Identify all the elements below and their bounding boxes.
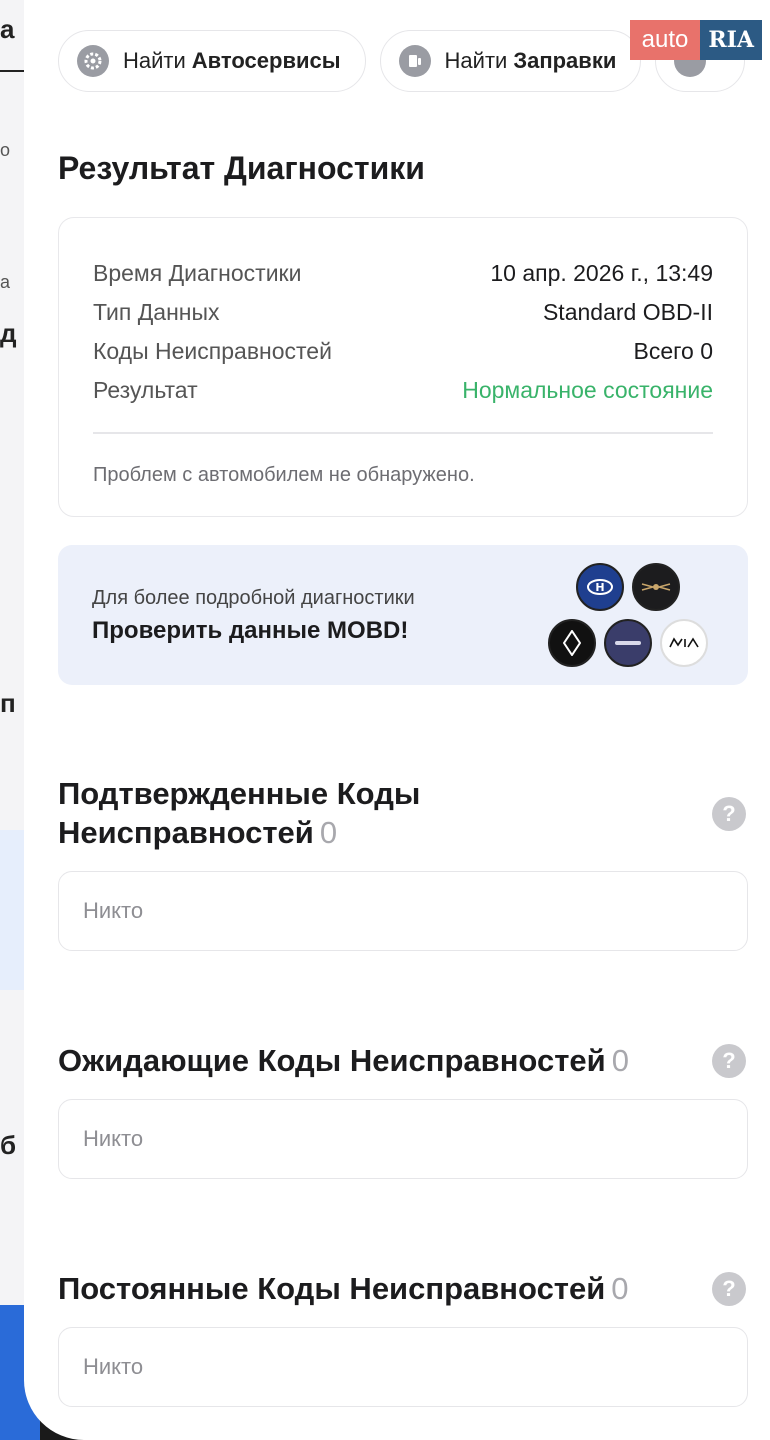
help-icon[interactable]: ? <box>712 1272 746 1306</box>
genesis-logo <box>632 563 680 611</box>
permanent-codes-title: Постоянные Коды Неисправностей 0 <box>58 1269 629 1308</box>
empty-state: Никто <box>83 1354 144 1379</box>
row-value: 10 апр. 2026 г., 13:49 <box>490 260 713 286</box>
chip-prefix: Найти <box>444 48 508 73</box>
info-row: Коды Неисправностей Всего 0 <box>93 332 713 371</box>
autoria-logo: auto RIA <box>629 20 762 60</box>
page-title: Результат Диагностики <box>58 150 425 186</box>
status-value: Нормальное состояние <box>462 377 713 403</box>
row-label: Время Диагностики <box>93 260 302 286</box>
section-title-line: Неисправностей <box>58 815 314 850</box>
bg-fragment: б <box>0 1130 17 1160</box>
permanent-codes-list: Никто <box>58 1327 748 1407</box>
row-label: Коды Неисправностей <box>93 338 332 364</box>
section-title-line: Ожидающие Коды Неисправностей <box>58 1043 606 1078</box>
diagnostics-sheet: Найти Автосервисы Найти Заправки auto RI… <box>24 0 770 1440</box>
chip-label: Автосервисы <box>191 48 341 73</box>
mobd-subtitle: Для более подробной диагностики <box>92 587 415 609</box>
empty-state: Никто <box>83 1126 144 1151</box>
section-title-line: Постоянные Коды Неисправностей <box>58 1271 606 1306</box>
row-value: Всего 0 <box>633 338 714 364</box>
kia-logo <box>660 619 708 667</box>
svg-text:H: H <box>595 581 604 594</box>
logo-ria: RIA <box>700 20 762 60</box>
fuel-icon <box>398 45 431 77</box>
info-row: Результат Нормальное состояние <box>93 371 713 410</box>
help-icon[interactable]: ? <box>712 1044 746 1078</box>
find-service-button[interactable]: Найти Автосервисы <box>58 30 366 92</box>
mobd-cta: Проверить данные MOBD! <box>92 617 409 644</box>
gear-icon <box>77 45 109 77</box>
row-label: Результат <box>93 377 198 403</box>
bg-fragment: п <box>0 688 16 718</box>
row-value: Standard OBD-II <box>542 299 713 325</box>
section-title-line: Подтвержденные Коды <box>58 776 421 811</box>
renault-logo <box>548 619 596 667</box>
code-count: 0 <box>611 1271 629 1306</box>
info-row: Тип Данных Standard OBD-II <box>93 293 713 332</box>
pending-codes-list: Никто <box>58 1099 748 1179</box>
diagnostics-result-card: Время Диагностики 10 апр. 2026 г., 13:49… <box>58 217 748 517</box>
bg-fragment: о <box>0 140 11 160</box>
mobd-banner[interactable]: Для более подробной диагностики Проверит… <box>58 545 748 685</box>
kgm-logo <box>604 619 652 667</box>
bg-fragment: а <box>0 272 11 292</box>
find-gas-station-button[interactable]: Найти Заправки <box>379 30 642 92</box>
result-note: Проблем с автомобилем не обнаружено. <box>93 463 475 486</box>
confirmed-codes-list: Никто <box>58 871 748 951</box>
hyundai-logo: H <box>576 563 624 611</box>
info-row: Время Диагностики 10 апр. 2026 г., 13:49 <box>93 254 713 293</box>
pending-codes-title: Ожидающие Коды Неисправностей 0 <box>58 1041 629 1080</box>
code-count: 0 <box>319 815 338 850</box>
code-count: 0 <box>611 1043 629 1078</box>
chip-label: Заправки <box>513 48 617 73</box>
chip-prefix: Найти <box>123 48 186 73</box>
empty-state: Никто <box>83 898 144 923</box>
divider <box>93 432 713 434</box>
help-icon[interactable]: ? <box>712 797 746 831</box>
logo-auto: auto <box>629 20 701 60</box>
bg-fragment: д <box>0 318 17 348</box>
confirmed-codes-title: Подтвержденные Коды Неисправностей 0 <box>58 774 420 852</box>
row-label: Тип Данных <box>93 299 220 325</box>
bg-fragment: а <box>0 14 15 44</box>
